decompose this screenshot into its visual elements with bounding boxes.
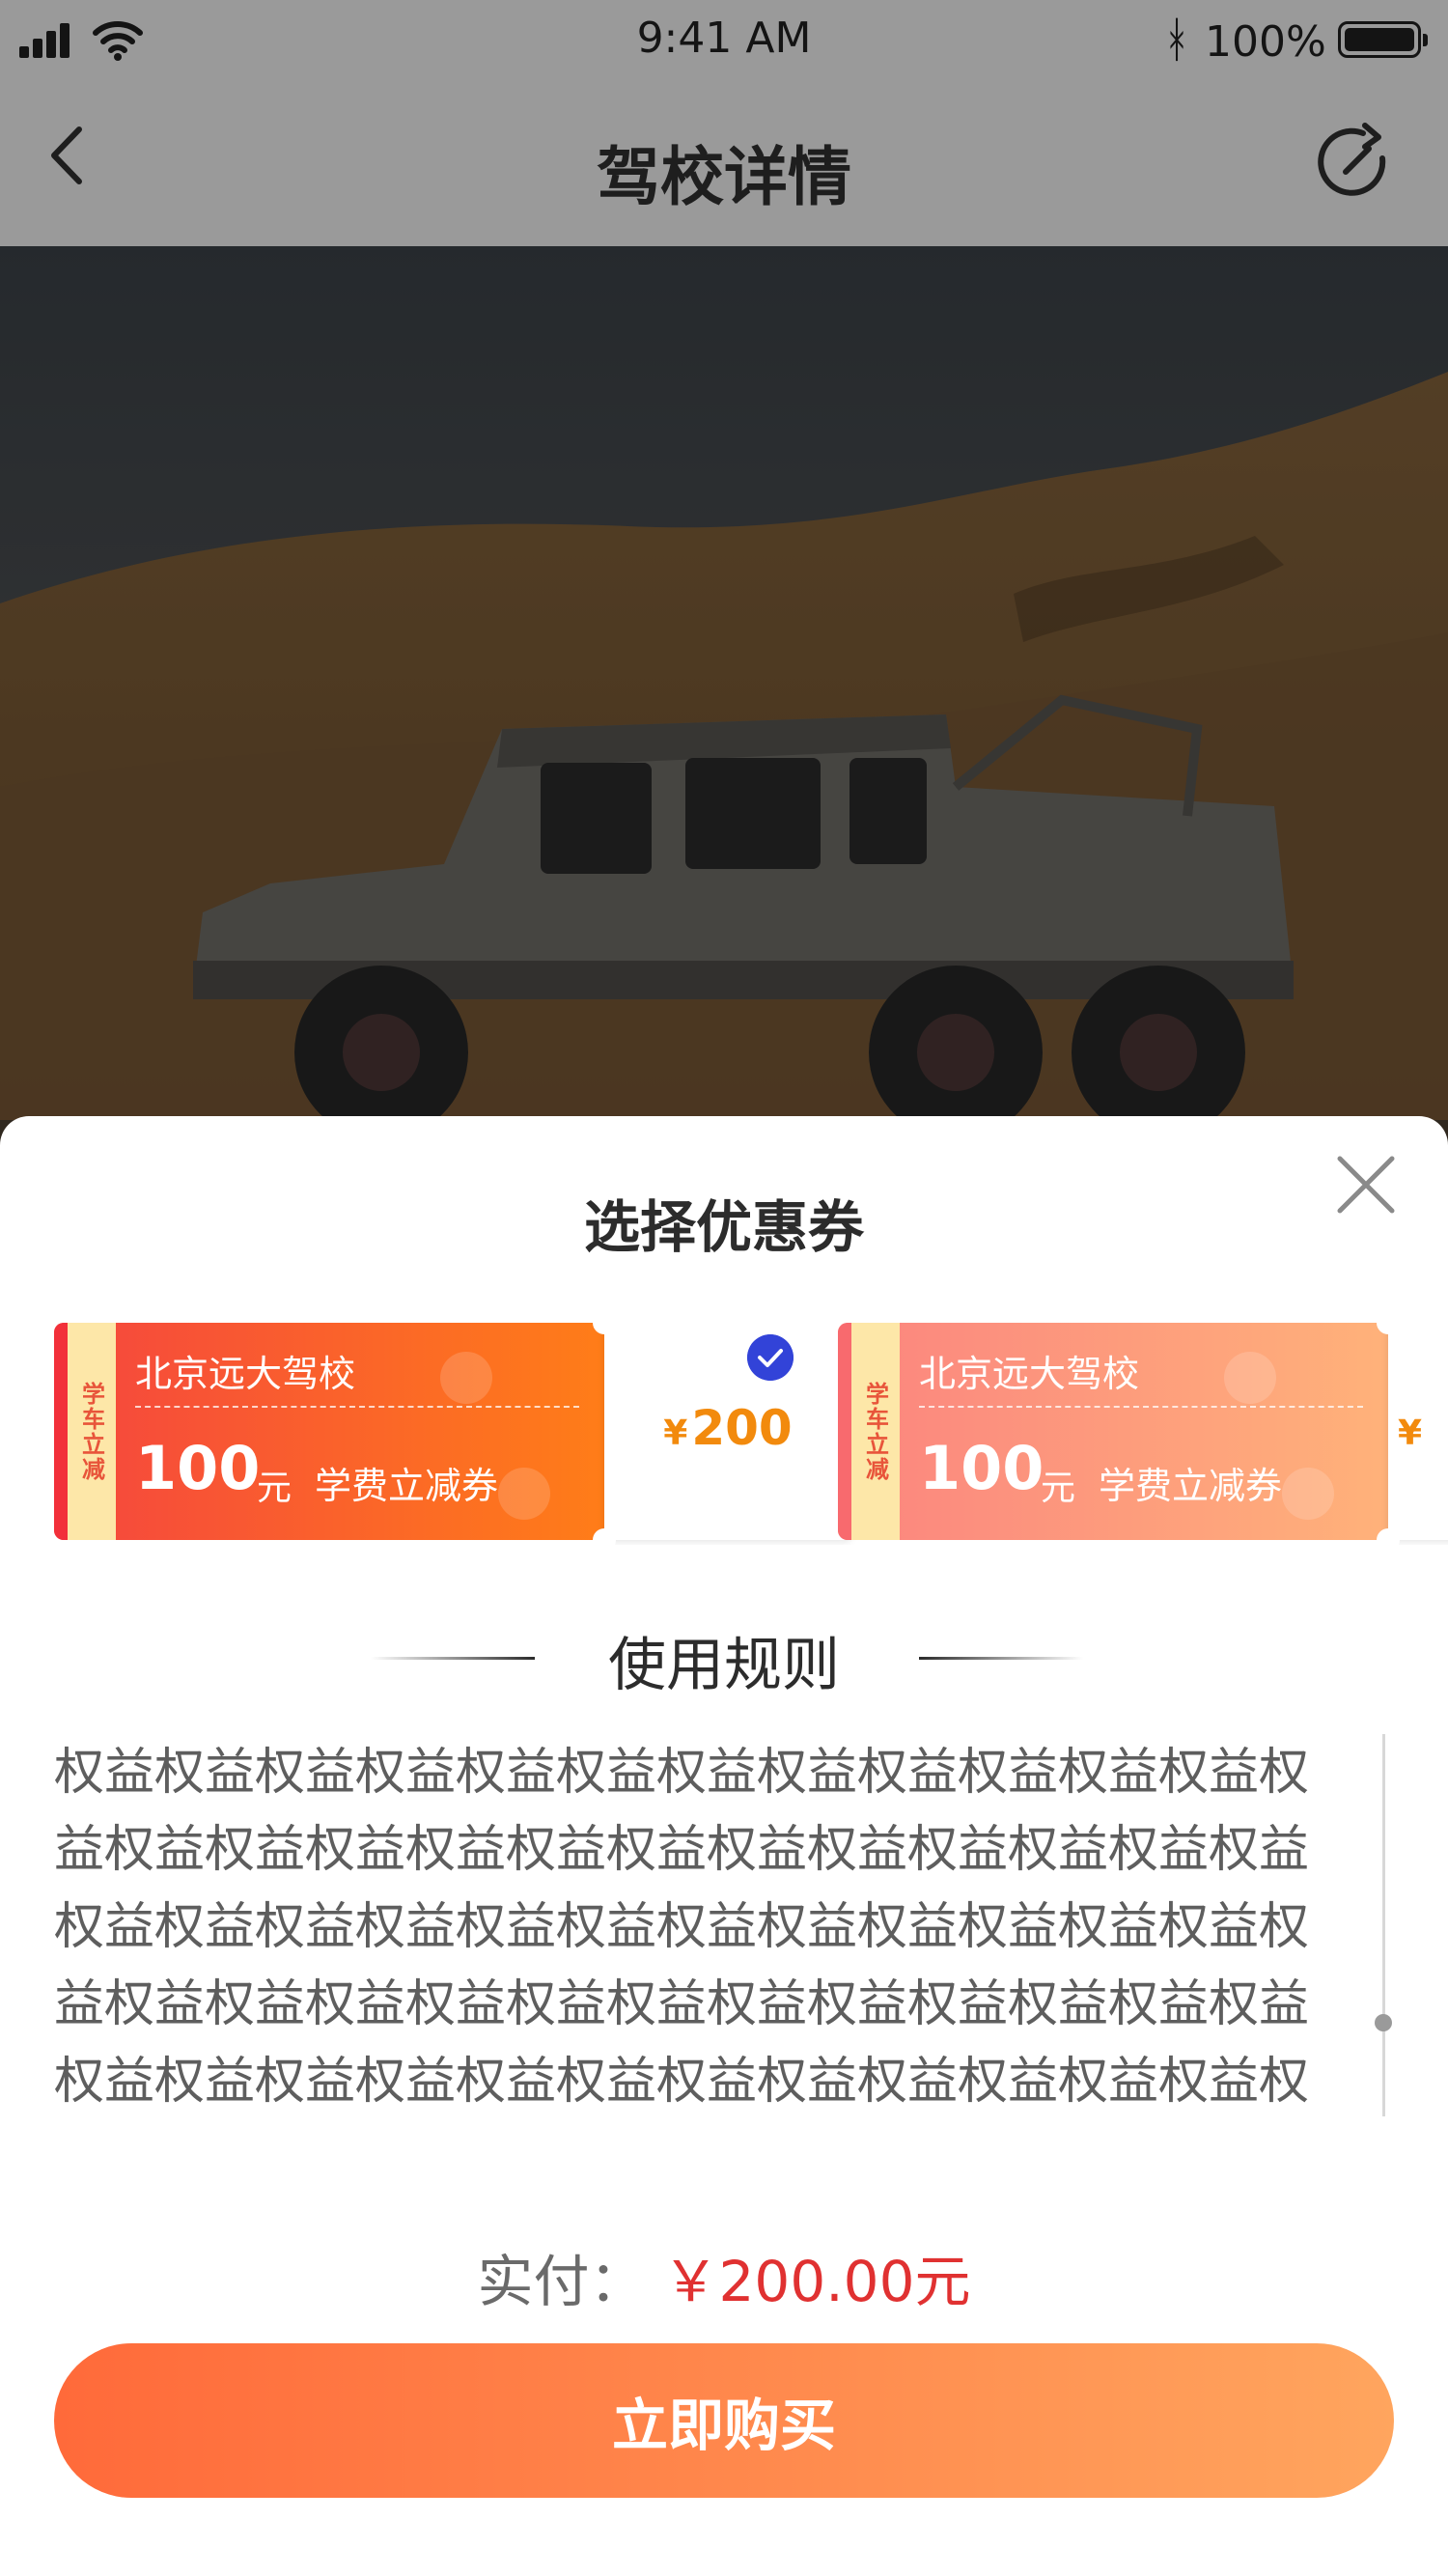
coupon-amount: 100 bbox=[135, 1433, 261, 1503]
scrollbar-thumb[interactable] bbox=[1375, 2014, 1392, 2031]
coupon-price-stub: ¥ bbox=[1377, 1323, 1448, 1545]
page-title: 驾校详情 bbox=[597, 140, 851, 214]
coupon-card[interactable]: 学车立减 北京远大驾校 100 元 学费立减券 ¥200 bbox=[54, 1323, 855, 1545]
buy-now-button[interactable]: 立即购买 bbox=[54, 2343, 1394, 2498]
coupon-price: ¥ bbox=[1398, 1414, 1423, 1453]
coupon-body: 学车立减 北京远大驾校 100 元 学费立减券 bbox=[838, 1323, 1388, 1540]
divider-line bbox=[919, 1657, 1083, 1660]
coupon-card[interactable]: 学车立减 北京远大驾校 100 元 学费立减券 ¥ bbox=[838, 1323, 1448, 1545]
coupon-body: 学车立减 北京远大驾校 100 元 学费立减券 bbox=[54, 1323, 604, 1540]
sheet-title: 选择优惠券 bbox=[583, 1194, 864, 1260]
coupon-tag: 学车立减 bbox=[851, 1323, 900, 1540]
pay-amount: ￥200.00元 bbox=[662, 2249, 971, 2314]
header: 9:41 AM ᚼ 100% 驾校详情 bbox=[0, 0, 1448, 246]
refresh-share-icon[interactable] bbox=[1313, 122, 1394, 203]
nav-bar: 驾校详情 bbox=[0, 87, 1448, 246]
bluetooth-icon: ᚼ bbox=[1162, 12, 1191, 68]
close-icon[interactable] bbox=[1332, 1151, 1400, 1218]
coupon-desc: 学费立减券 bbox=[1099, 1465, 1283, 1507]
rules-title: 使用规则 bbox=[608, 1632, 840, 1699]
coupon-list: 学车立减 北京远大驾校 100 元 学费立减券 ¥200 学车立减 北京远大驾校… bbox=[0, 1323, 1448, 1545]
rules-text: 权益权益权益权益权益权益权益权益权益权益权益权益权益权益权益权益权益权益权益权益… bbox=[54, 1744, 1310, 2111]
coupon-sheet: 选择优惠券 学车立减 北京远大驾校 100 元 学费立减券 ¥200 学车立减 … bbox=[0, 1116, 1448, 2576]
check-icon bbox=[747, 1334, 794, 1381]
coupon-unit: 元 bbox=[257, 1469, 292, 1508]
pay-label: 实付： bbox=[477, 2249, 646, 2314]
coupon-desc: 学费立减券 bbox=[315, 1465, 499, 1507]
coupon-price-stub: ¥200 bbox=[593, 1323, 851, 1545]
coupon-tag: 学车立减 bbox=[68, 1323, 116, 1540]
scrollbar-track[interactable] bbox=[1382, 1734, 1385, 2116]
coupon-school: 北京远大驾校 bbox=[135, 1353, 356, 1395]
battery-percent: 100% bbox=[1205, 17, 1326, 67]
payment-summary: 实付： ￥200.00元 bbox=[0, 2236, 1448, 2317]
battery-icon bbox=[1338, 21, 1428, 58]
coupon-school: 北京远大驾校 bbox=[919, 1353, 1140, 1395]
coupon-amount: 100 bbox=[919, 1433, 1044, 1503]
coupon-price: ¥200 bbox=[663, 1400, 793, 1456]
status-bar: 9:41 AM ᚼ 100% bbox=[0, 0, 1448, 87]
hero-image bbox=[0, 246, 1448, 1149]
coupon-unit: 元 bbox=[1041, 1469, 1076, 1508]
